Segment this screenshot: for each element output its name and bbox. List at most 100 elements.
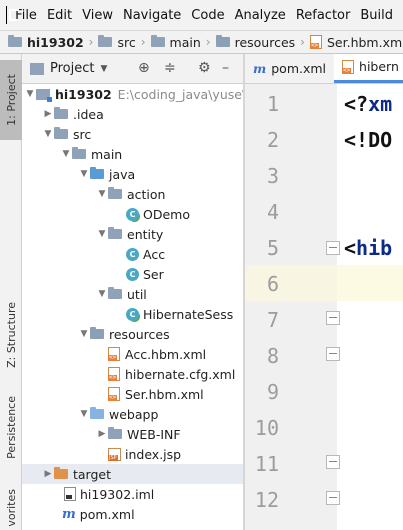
menu-navigate[interactable]: Navigate: [123, 8, 181, 23]
chevron-down-icon[interactable]: ▼: [78, 169, 90, 179]
breadcrumb-label: main: [169, 34, 201, 50]
tree-item-web-inf[interactable]: ▶ WEB-INF: [22, 424, 243, 444]
code-line-2: <!DO: [344, 128, 393, 152]
chevron-right-icon[interactable]: ▶: [42, 109, 54, 119]
tree-item-ser[interactable]: C Ser: [22, 264, 243, 284]
tree-item-iml[interactable]: hi19302.iml: [22, 484, 243, 504]
tree-item-label: pom.xml: [79, 506, 135, 522]
java-class-icon: C: [126, 207, 139, 221]
fold-marker-icon[interactable]: [326, 455, 340, 469]
resources-folder-icon: [90, 327, 104, 339]
fold-marker-icon[interactable]: [326, 491, 340, 505]
collapse-all-icon[interactable]: ≑: [164, 60, 176, 76]
menu-build[interactable]: Build: [360, 8, 393, 23]
chevron-down-icon[interactable]: ▼: [78, 329, 90, 339]
java-class-icon: C: [126, 307, 139, 321]
tree-item-action[interactable]: ▼ action: [22, 184, 243, 204]
project-panel-header: Project ▼ ⊕ ≑ ⚙ –: [22, 54, 243, 84]
folder-icon: [72, 147, 86, 159]
tree-item-pom-xml[interactable]: m pom.xml: [22, 504, 243, 524]
tree-item-idea[interactable]: ▶ .idea: [22, 104, 243, 124]
tree-item-project-root[interactable]: ▼ hi19302 E:\coding_java\yuse\hi: [22, 84, 243, 104]
chevron-down-icon[interactable]: ▼: [96, 229, 108, 239]
tree-item-acc-hbm-xml[interactable]: Acc.hbm.xml: [22, 344, 243, 364]
folder-icon: [150, 35, 165, 47]
tree-item-hibernate-cfg-xml[interactable]: hibernate.cfg.xml: [22, 364, 243, 384]
package-icon: [108, 227, 122, 239]
java-class-icon: C: [126, 247, 139, 261]
chevron-down-icon[interactable]: ▼: [96, 289, 108, 299]
web-folder-icon: [90, 407, 104, 419]
gear-icon[interactable]: ⚙: [198, 60, 211, 76]
breadcrumb-item-resources[interactable]: resources ›: [215, 35, 310, 50]
chevron-down-icon[interactable]: ▼: [24, 89, 36, 99]
menu-analyze[interactable]: Analyze: [235, 8, 286, 23]
jsp-file-icon: [108, 447, 121, 461]
breadcrumb-item-main[interactable]: main ›: [150, 34, 216, 50]
tree-item-odemo[interactable]: C ODemo: [22, 204, 243, 224]
chevron-right-icon[interactable]: ▶: [96, 429, 108, 439]
menu-code[interactable]: Code: [191, 8, 224, 23]
menu-view[interactable]: View: [82, 8, 113, 23]
tree-item-index-jsp[interactable]: index.jsp: [22, 444, 243, 464]
tree-item-label: webapp: [109, 406, 159, 422]
tree-item-main[interactable]: ▼ main: [22, 144, 243, 164]
locate-icon[interactable]: ⊕: [138, 60, 150, 76]
line-number: 1: [266, 92, 279, 116]
menu-edit[interactable]: Edit: [47, 8, 72, 23]
line-number: 3: [266, 164, 279, 188]
tree-item-label: Acc: [143, 246, 166, 262]
dropdown-arrow-icon[interactable]: ▼: [100, 64, 107, 74]
tree-item-java[interactable]: ▼ java: [22, 164, 243, 184]
line-number: 7: [266, 308, 279, 332]
menu-refactor[interactable]: Refactor: [296, 8, 351, 23]
tree-item-util[interactable]: ▼ util: [22, 284, 243, 304]
structure-tool-tab[interactable]: Z: Structure: [0, 290, 22, 380]
chevron-down-icon[interactable]: ▼: [60, 149, 72, 159]
editor-tab-hibernate[interactable]: hibern: [334, 54, 403, 83]
module-file-icon: [64, 487, 76, 501]
tree-item-entity[interactable]: ▼ entity: [22, 224, 243, 244]
persistence-tool-tab[interactable]: Persistence: [0, 388, 22, 466]
hide-icon[interactable]: –: [222, 60, 229, 76]
editor-tab-pom-xml[interactable]: m pom.xml: [245, 54, 334, 83]
folder-icon: [54, 127, 68, 139]
project-tool-tab[interactable]: 1: Project: [0, 60, 22, 140]
tree-item-src[interactable]: ▼ src: [22, 124, 243, 144]
tree-item-label: WEB-INF: [127, 426, 181, 442]
project-panel-title[interactable]: Project: [50, 61, 94, 76]
fold-marker-icon[interactable]: [326, 311, 340, 325]
chevron-down-icon[interactable]: ▼: [96, 189, 108, 199]
breadcrumb-item-src[interactable]: src ›: [98, 35, 150, 50]
tree-item-label: target: [73, 466, 112, 482]
fold-marker-icon[interactable]: [326, 347, 340, 361]
chevron-right-icon: ›: [88, 35, 94, 49]
tree-item-label: util: [127, 286, 147, 302]
folder-icon: [108, 427, 122, 439]
folder-icon: [54, 107, 68, 119]
project-icon: [30, 62, 44, 75]
tree-item-label: action: [127, 186, 166, 202]
tree-item-webapp[interactable]: ▼ webapp: [22, 404, 243, 424]
tree-item-hibernatesession[interactable]: C HibernateSess: [22, 304, 243, 324]
tree-item-resources[interactable]: ▼ resources: [22, 324, 243, 344]
breadcrumb-item-project[interactable]: hi19302 ›: [8, 35, 98, 50]
tree-item-label: src: [73, 126, 92, 142]
editor-tab-bar: m pom.xml hibern: [245, 54, 403, 84]
xml-file-icon: [342, 59, 355, 74]
breadcrumb: hi19302 › src › main › resources › Ser.h…: [0, 30, 403, 54]
favorites-tool-tab[interactable]: vorites: [0, 482, 22, 530]
line-number: 5: [266, 236, 279, 260]
tree-item-label: Acc.hbm.xml: [125, 346, 207, 362]
fold-marker-icon[interactable]: [326, 241, 340, 255]
tree-item-acc[interactable]: C Acc: [22, 244, 243, 264]
line-number: 11: [254, 452, 279, 476]
chevron-down-icon[interactable]: ▼: [78, 409, 90, 419]
code-line-1: <?xm: [344, 86, 392, 122]
chevron-down-icon[interactable]: ▼: [42, 129, 54, 139]
chevron-right-icon[interactable]: ▶: [42, 469, 54, 479]
breadcrumb-item-file[interactable]: Ser.hbm.xml: [309, 35, 403, 50]
project-tool-tab-label: 1: Project: [4, 74, 18, 126]
tree-item-ser-hbm-xml[interactable]: Ser.hbm.xml: [22, 384, 243, 404]
tree-item-target[interactable]: ▶ target: [22, 464, 243, 484]
